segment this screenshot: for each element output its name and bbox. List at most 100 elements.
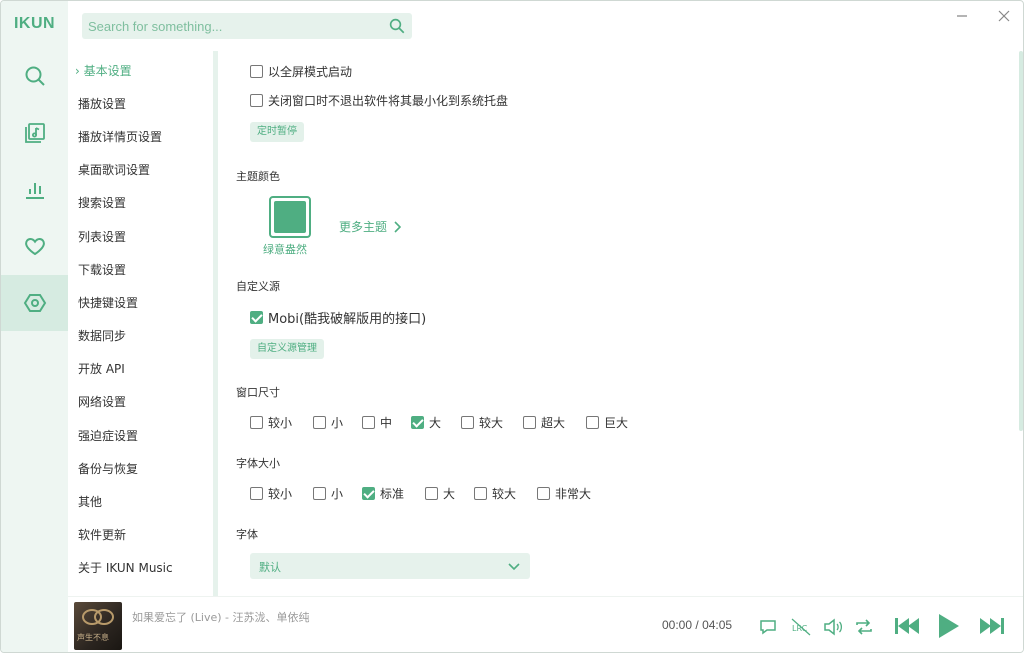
theme-option[interactable] (269, 196, 311, 238)
nav-item-desktop-lyric[interactable]: 桌面歌词设置 (78, 161, 150, 178)
heart-icon (24, 237, 45, 256)
nav-item-update[interactable]: 软件更新 (78, 526, 126, 543)
checkbox-box (362, 416, 375, 429)
option-label: 巨大 (604, 416, 629, 430)
left-rail: IKUN (1, 1, 68, 652)
previous-track-icon[interactable] (893, 614, 921, 638)
option-label: 较小 (268, 487, 293, 501)
more-themes-label: 更多主题 (339, 220, 388, 234)
app-logo: IKUN (13, 15, 56, 32)
time-display: 00:00 / 04:05 (662, 618, 732, 632)
nav-item-backup[interactable]: 备份与恢复 (78, 460, 138, 477)
window-size-option[interactable]: 较大 (461, 414, 503, 431)
checkbox-box (586, 416, 599, 429)
nav-item-hotkeys[interactable]: 快捷键设置 (78, 294, 138, 311)
option-label: 中 (380, 416, 393, 430)
nav-item-open-api[interactable]: 开放 API (78, 360, 125, 377)
custom-source-title: 自定义源 (236, 280, 280, 293)
window-size-option[interactable]: 巨大 (586, 414, 628, 431)
window-size-option[interactable]: 超大 (523, 414, 565, 431)
window-size-option[interactable]: 小 (313, 414, 343, 431)
album-cover[interactable]: 声生不息 (74, 602, 122, 650)
font-size-option[interactable]: 较大 (474, 485, 516, 502)
close-icon[interactable] (995, 7, 1013, 25)
rail-favorites-button[interactable] (1, 218, 68, 274)
music-library-icon (24, 123, 45, 143)
option-label: 标准 (380, 487, 405, 501)
font-size-option[interactable]: 较小 (250, 485, 292, 502)
nav-item-search[interactable]: 搜索设置 (78, 194, 126, 211)
app-window: IKUN › 基本设置 播放设置 播放详情页设置 桌面歌词设置 搜索设置 列表设… (0, 0, 1024, 653)
nav-item-network[interactable]: 网络设置 (78, 393, 126, 410)
rail-charts-button[interactable] (1, 161, 68, 217)
chart-icon (25, 183, 44, 199)
font-size-option[interactable]: 小 (313, 485, 343, 502)
chevron-down-icon (508, 563, 520, 571)
checkbox-box (523, 416, 536, 429)
font-size-option[interactable]: 大 (425, 485, 455, 502)
search-input[interactable] (82, 13, 382, 39)
option-label: 小 (331, 487, 344, 501)
rail-library-button[interactable] (1, 105, 68, 161)
font-size-title: 字体大小 (236, 457, 280, 470)
album-art-mark (82, 609, 114, 625)
minimize-to-tray-checkbox[interactable]: 关闭窗口时不退出软件将其最小化到系统托盘 (250, 92, 508, 109)
timer-pause-button[interactable]: 定时暂停 (250, 122, 304, 142)
font-title: 字体 (236, 528, 258, 541)
volume-icon[interactable] (822, 617, 844, 637)
comment-icon[interactable] (758, 617, 778, 637)
font-select[interactable]: 默认 (250, 553, 530, 579)
window-size-title: 窗口尺寸 (236, 386, 280, 399)
window-size-option[interactable]: 较小 (250, 414, 292, 431)
minimize-icon[interactable] (953, 7, 971, 25)
search-icon[interactable] (388, 17, 406, 35)
checkbox-box (362, 487, 375, 500)
option-label: 较小 (268, 416, 293, 430)
nav-item-playback[interactable]: 播放设置 (78, 95, 126, 112)
font-size-option[interactable]: 非常大 (537, 485, 591, 502)
play-icon[interactable] (934, 611, 962, 641)
font-size-option-selected[interactable]: 标准 (362, 485, 404, 502)
checkbox-label: 关闭窗口时不退出软件将其最小化到系统托盘 (268, 94, 509, 108)
checkbox-box (250, 311, 263, 324)
source-checkbox[interactable]: Mobi(酷我破解版用的接口) (250, 308, 426, 327)
checkbox-box (250, 487, 263, 500)
checkbox-box (250, 94, 263, 107)
window-size-option-selected[interactable]: 大 (411, 414, 441, 431)
nav-item-about[interactable]: 关于 IKUN Music (78, 559, 173, 576)
nav-item-ocd[interactable]: 强迫症设置 (78, 427, 138, 444)
option-label: 非常大 (555, 487, 592, 501)
theme-name: 绿意盎然 (263, 243, 307, 256)
nav-item-basic[interactable]: › 基本设置 (75, 62, 132, 79)
content-scrollbar[interactable] (1019, 51, 1023, 431)
fullscreen-start-checkbox[interactable]: 以全屏模式启动 (250, 63, 352, 80)
chevron-right-icon (394, 220, 402, 233)
time-separator: / (695, 618, 699, 632)
nav-item-other[interactable]: 其他 (78, 493, 102, 510)
checkbox-box (313, 487, 326, 500)
nav-item-play-detail[interactable]: 播放详情页设置 (78, 128, 162, 145)
repeat-icon[interactable] (854, 616, 874, 638)
song-title[interactable]: 如果爱忘了 (Live) - 汪苏泷、单依纯 (132, 609, 310, 625)
active-marker: › (75, 64, 80, 78)
next-track-icon[interactable] (978, 614, 1006, 638)
rail-search-button[interactable] (1, 48, 68, 104)
nav-item-list[interactable]: 列表设置 (78, 228, 126, 245)
checkbox-box (537, 487, 550, 500)
desktop-lyric-icon[interactable]: LRC (790, 616, 812, 638)
nav-item-download[interactable]: 下载设置 (78, 261, 126, 278)
option-label: 超大 (541, 416, 566, 430)
checkbox-box (411, 416, 424, 429)
nav-item-label: 基本设置 (83, 64, 132, 78)
option-label: 大 (429, 416, 442, 430)
option-label: 较大 (492, 487, 517, 501)
more-themes-link[interactable]: 更多主题 (339, 218, 402, 235)
custom-source-manage-button[interactable]: 自定义源管理 (250, 339, 324, 359)
checkbox-box (250, 416, 263, 429)
current-time: 00:00 (662, 618, 693, 632)
option-label: 小 (331, 416, 344, 430)
rail-settings-button[interactable] (1, 275, 68, 331)
option-label: 大 (443, 487, 456, 501)
nav-item-sync[interactable]: 数据同步 (78, 327, 126, 344)
window-size-option[interactable]: 中 (362, 414, 392, 431)
